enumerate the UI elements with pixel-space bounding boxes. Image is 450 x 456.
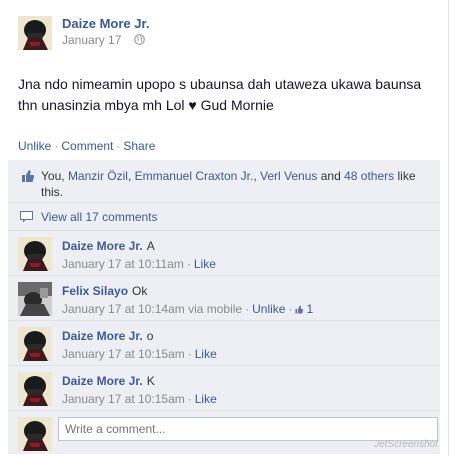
author-name[interactable]: Daize More Jr. — [62, 16, 149, 31]
post-date[interactable]: January 17 — [62, 33, 121, 47]
comment-meta: January 17 at 10:14am via mobile · Unlike ·… — [62, 302, 313, 316]
others-link[interactable]: 48 others — [344, 169, 394, 183]
separator: · — [245, 302, 250, 316]
commenter-name[interactable]: Daize More Jr. — [62, 374, 143, 388]
comment-like-link[interactable]: Like — [195, 347, 217, 361]
view-all-comments-link[interactable]: View all 17 comments — [41, 210, 158, 224]
comment-header: Daize More Jr. K — [62, 374, 155, 388]
commenter-avatar[interactable] — [18, 282, 52, 316]
view-all-row[interactable]: View all 17 comments — [8, 203, 440, 231]
liker-link[interactable]: Verl Venus — [260, 169, 317, 183]
commenter-avatar[interactable] — [18, 327, 52, 361]
comment-like-count[interactable]: 1 — [295, 302, 313, 316]
liker-link[interactable]: Manzir Özil — [68, 169, 128, 183]
watermark: JetScreenshot — [374, 439, 438, 450]
liker-link[interactable]: Emmanuel Craxton Jr. — [135, 169, 254, 183]
small-thumbs-up-icon — [295, 305, 304, 314]
comment-like-link[interactable]: Like — [195, 392, 217, 406]
comment-item: Felix Silayo Ok January 17 at 10:14am via… — [8, 276, 440, 321]
separator: · — [116, 139, 121, 153]
comment-time[interactable]: January 17 at 10:11am — [62, 257, 184, 271]
post-actions: Unlike · Comment · Share — [18, 139, 155, 153]
comment-text: K — [146, 374, 155, 388]
comment-meta: January 17 at 10:15am · Like — [62, 392, 217, 406]
commenter-avatar[interactable] — [18, 372, 52, 406]
comments-panel: You, Manzir Özil, Emmanuel Craxton Jr., … — [8, 160, 440, 454]
write-comment-input[interactable] — [58, 417, 438, 441]
likes-prefix: You, — [41, 169, 65, 183]
comment-text: Ok — [132, 284, 148, 298]
comment-header: Daize More Jr. A — [62, 239, 155, 253]
comment-meta: January 17 at 10:11am · Like — [62, 257, 216, 271]
likes-and: and — [320, 169, 341, 183]
separator: · — [187, 392, 192, 406]
comment-item: Daize More Jr. o January 17 at 10:15am · Li… — [8, 321, 440, 366]
commenter-avatar[interactable] — [18, 237, 52, 271]
post-text: Jna ndo nimeamin upopo s ubaunsa dah uta… — [18, 76, 422, 113]
unlike-link[interactable]: Unlike — [18, 139, 51, 153]
separator: · — [288, 302, 293, 316]
comment-header: Daize More Jr. o — [62, 329, 153, 343]
separator: · — [54, 139, 59, 153]
likes-row: You, Manzir Özil, Emmanuel Craxton Jr., … — [8, 160, 440, 203]
comment-text: A — [146, 239, 155, 253]
comment-time[interactable]: January 17 at 10:15am — [62, 392, 185, 406]
commenter-name[interactable]: Felix Silayo — [62, 284, 128, 298]
comment-text: o — [146, 329, 154, 343]
commenter-name[interactable]: Daize More Jr. — [62, 239, 143, 253]
separator: · — [186, 257, 191, 271]
comment-item: Daize More Jr. K January 17 at 10:15am · Li… — [8, 366, 440, 411]
comment-link[interactable]: Comment — [61, 139, 113, 153]
comment-item: Daize More Jr. A January 17 at 10:11am · Li… — [8, 231, 440, 276]
likes-sentence: You, Manzir Özil, Emmanuel Craxton Jr., … — [41, 169, 416, 199]
like-count-value: 1 — [306, 302, 314, 316]
feed-post: Daize More Jr. January 17 Jna ndo nimeam… — [0, 0, 449, 456]
globe-icon[interactable] — [134, 34, 145, 45]
separator: · — [187, 347, 192, 361]
comment-time[interactable]: January 17 at 10:14am via mobile — [62, 302, 242, 316]
author-avatar[interactable] — [18, 16, 52, 50]
comment-unlike-link[interactable]: Unlike — [252, 302, 285, 316]
comment-meta: January 17 at 10:15am · Like — [62, 347, 217, 361]
commenter-name[interactable]: Daize More Jr. — [62, 329, 143, 343]
comment-time[interactable]: January 17 at 10:15am — [62, 347, 185, 361]
thumbs-up-icon — [22, 170, 35, 182]
comment-header: Felix Silayo Ok — [62, 284, 147, 298]
comment-bubble-icon — [20, 211, 33, 223]
share-link[interactable]: Share — [123, 139, 155, 153]
current-user-avatar — [18, 417, 52, 451]
comment-like-link[interactable]: Like — [194, 257, 216, 271]
